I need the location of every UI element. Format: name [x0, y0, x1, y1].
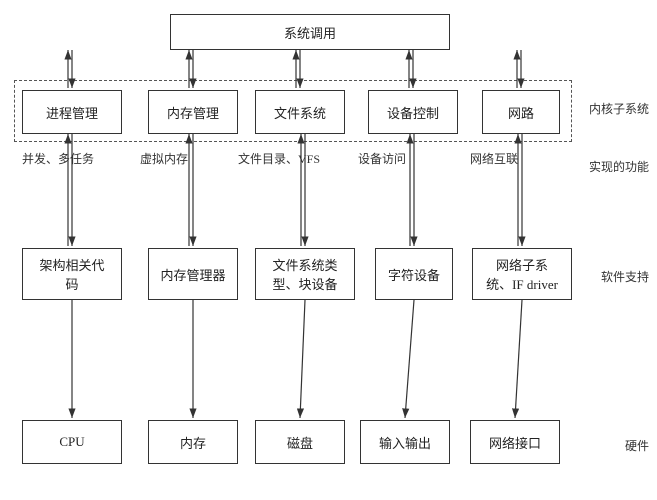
fs-types-label: 文件系统类 型、块设备 [272, 255, 337, 293]
func-label-3: 设备访问 [358, 150, 406, 167]
func-label-0: 并发、多任务 [22, 150, 94, 167]
fs-types-box: 文件系统类 型、块设备 [255, 248, 355, 300]
diagram: 系统调用 进程管理 内存管理 文件系统 设备控制 网路 并发、多任务 虚拟内存 … [0, 0, 657, 500]
ram-box: 内存 [148, 420, 238, 464]
net-iface-label: 网络接口 [489, 433, 541, 452]
io-label: 输入输出 [379, 433, 431, 452]
proc-mgmt-label: 进程管理 [46, 103, 98, 122]
mem-mgmt-box: 内存管理 [148, 90, 238, 134]
proc-mgmt-box: 进程管理 [22, 90, 122, 134]
ram-label: 内存 [180, 433, 206, 452]
func-label-1: 虚拟内存 [140, 150, 188, 167]
fs-box: 文件系统 [255, 90, 345, 134]
network-box: 网路 [482, 90, 560, 134]
arch-code-box: 架构相关代 码 [22, 248, 122, 300]
char-dev-label: 字符设备 [388, 265, 440, 284]
arch-code-label: 架构相关代 码 [39, 255, 104, 293]
syscall-label: 系统调用 [284, 23, 336, 42]
side-label-kernel: 内核子系统 [589, 100, 649, 117]
dev-ctrl-box: 设备控制 [368, 90, 458, 134]
fs-label: 文件系统 [274, 103, 326, 122]
cpu-box: CPU [22, 420, 122, 464]
network-label: 网路 [508, 103, 534, 122]
mem-mgr-label: 内存管理器 [160, 265, 225, 284]
net-sub-box: 网络子系 统、IF driver [472, 248, 572, 300]
func-label-4: 网络互联 [470, 150, 518, 167]
mem-mgr-box: 内存管理器 [148, 248, 238, 300]
net-iface-box: 网络接口 [470, 420, 560, 464]
cpu-label: CPU [59, 434, 84, 450]
io-box: 输入输出 [360, 420, 450, 464]
net-sub-label: 网络子系 统、IF driver [486, 255, 558, 293]
side-label-hw: 硬件 [625, 437, 649, 454]
side-label-sw: 软件支持 [601, 268, 649, 285]
syscall-box: 系统调用 [170, 14, 450, 50]
side-label-func: 实现的功能 [589, 158, 649, 175]
disk-label: 磁盘 [287, 433, 313, 452]
disk-box: 磁盘 [255, 420, 345, 464]
func-label-2: 文件目录、VFS [238, 150, 320, 167]
mem-mgmt-label: 内存管理 [167, 103, 219, 122]
dev-ctrl-label: 设备控制 [387, 103, 439, 122]
char-dev-box: 字符设备 [375, 248, 453, 300]
